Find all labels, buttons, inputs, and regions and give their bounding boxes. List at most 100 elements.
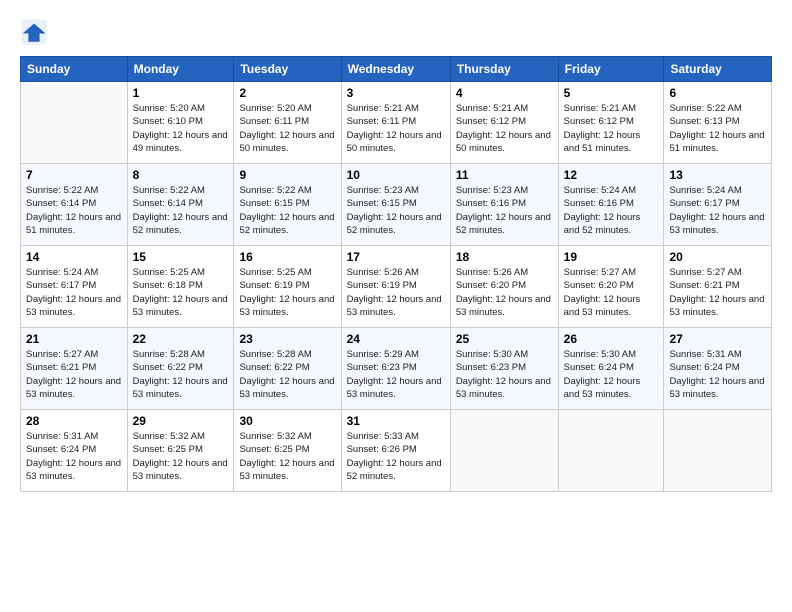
day-cell: 9 Sunrise: 5:22 AM Sunset: 6:15 PM Dayli… (234, 164, 341, 246)
day-number: 20 (669, 250, 766, 264)
day-cell: 13 Sunrise: 5:24 AM Sunset: 6:17 PM Dayl… (664, 164, 772, 246)
day-info: Sunrise: 5:32 AM Sunset: 6:25 PM Dayligh… (239, 430, 335, 483)
logo (20, 18, 52, 46)
day-cell: 20 Sunrise: 5:27 AM Sunset: 6:21 PM Dayl… (664, 246, 772, 328)
day-cell: 21 Sunrise: 5:27 AM Sunset: 6:21 PM Dayl… (21, 328, 128, 410)
day-cell: 29 Sunrise: 5:32 AM Sunset: 6:25 PM Dayl… (127, 410, 234, 492)
day-cell (450, 410, 558, 492)
day-number: 15 (133, 250, 229, 264)
day-number: 3 (347, 86, 445, 100)
day-info: Sunrise: 5:27 AM Sunset: 6:21 PM Dayligh… (669, 266, 766, 319)
day-cell: 6 Sunrise: 5:22 AM Sunset: 6:13 PM Dayli… (664, 82, 772, 164)
day-cell: 3 Sunrise: 5:21 AM Sunset: 6:11 PM Dayli… (341, 82, 450, 164)
day-info: Sunrise: 5:22 AM Sunset: 6:15 PM Dayligh… (239, 184, 335, 237)
day-cell: 11 Sunrise: 5:23 AM Sunset: 6:16 PM Dayl… (450, 164, 558, 246)
day-info: Sunrise: 5:20 AM Sunset: 6:10 PM Dayligh… (133, 102, 229, 155)
day-number: 6 (669, 86, 766, 100)
week-row-5: 28 Sunrise: 5:31 AM Sunset: 6:24 PM Dayl… (21, 410, 772, 492)
day-info: Sunrise: 5:22 AM Sunset: 6:13 PM Dayligh… (669, 102, 766, 155)
day-info: Sunrise: 5:25 AM Sunset: 6:19 PM Dayligh… (239, 266, 335, 319)
header-sunday: Sunday (21, 57, 128, 82)
day-info: Sunrise: 5:33 AM Sunset: 6:26 PM Dayligh… (347, 430, 445, 483)
day-number: 28 (26, 414, 122, 428)
week-row-4: 21 Sunrise: 5:27 AM Sunset: 6:21 PM Dayl… (21, 328, 772, 410)
day-number: 26 (564, 332, 659, 346)
week-row-2: 7 Sunrise: 5:22 AM Sunset: 6:14 PM Dayli… (21, 164, 772, 246)
day-info: Sunrise: 5:24 AM Sunset: 6:17 PM Dayligh… (669, 184, 766, 237)
day-info: Sunrise: 5:28 AM Sunset: 6:22 PM Dayligh… (239, 348, 335, 401)
day-info: Sunrise: 5:29 AM Sunset: 6:23 PM Dayligh… (347, 348, 445, 401)
header-friday: Friday (558, 57, 664, 82)
day-info: Sunrise: 5:20 AM Sunset: 6:11 PM Dayligh… (239, 102, 335, 155)
day-info: Sunrise: 5:31 AM Sunset: 6:24 PM Dayligh… (26, 430, 122, 483)
day-cell: 12 Sunrise: 5:24 AM Sunset: 6:16 PM Dayl… (558, 164, 664, 246)
day-info: Sunrise: 5:30 AM Sunset: 6:24 PM Dayligh… (564, 348, 659, 401)
logo-icon (20, 18, 48, 46)
day-number: 22 (133, 332, 229, 346)
day-number: 2 (239, 86, 335, 100)
day-cell (21, 82, 128, 164)
day-info: Sunrise: 5:25 AM Sunset: 6:18 PM Dayligh… (133, 266, 229, 319)
calendar-table: SundayMondayTuesdayWednesdayThursdayFrid… (20, 56, 772, 492)
day-cell: 22 Sunrise: 5:28 AM Sunset: 6:22 PM Dayl… (127, 328, 234, 410)
day-number: 25 (456, 332, 553, 346)
day-cell: 28 Sunrise: 5:31 AM Sunset: 6:24 PM Dayl… (21, 410, 128, 492)
day-number: 27 (669, 332, 766, 346)
day-info: Sunrise: 5:26 AM Sunset: 6:20 PM Dayligh… (456, 266, 553, 319)
day-cell (558, 410, 664, 492)
day-info: Sunrise: 5:24 AM Sunset: 6:17 PM Dayligh… (26, 266, 122, 319)
week-row-1: 1 Sunrise: 5:20 AM Sunset: 6:10 PM Dayli… (21, 82, 772, 164)
day-number: 29 (133, 414, 229, 428)
day-cell: 31 Sunrise: 5:33 AM Sunset: 6:26 PM Dayl… (341, 410, 450, 492)
day-number: 16 (239, 250, 335, 264)
day-info: Sunrise: 5:21 AM Sunset: 6:11 PM Dayligh… (347, 102, 445, 155)
day-info: Sunrise: 5:31 AM Sunset: 6:24 PM Dayligh… (669, 348, 766, 401)
day-cell: 14 Sunrise: 5:24 AM Sunset: 6:17 PM Dayl… (21, 246, 128, 328)
day-cell: 18 Sunrise: 5:26 AM Sunset: 6:20 PM Dayl… (450, 246, 558, 328)
day-info: Sunrise: 5:24 AM Sunset: 6:16 PM Dayligh… (564, 184, 659, 237)
day-number: 8 (133, 168, 229, 182)
day-number: 12 (564, 168, 659, 182)
day-cell: 26 Sunrise: 5:30 AM Sunset: 6:24 PM Dayl… (558, 328, 664, 410)
day-cell: 5 Sunrise: 5:21 AM Sunset: 6:12 PM Dayli… (558, 82, 664, 164)
day-cell (664, 410, 772, 492)
day-cell: 4 Sunrise: 5:21 AM Sunset: 6:12 PM Dayli… (450, 82, 558, 164)
day-info: Sunrise: 5:21 AM Sunset: 6:12 PM Dayligh… (564, 102, 659, 155)
day-cell: 25 Sunrise: 5:30 AM Sunset: 6:23 PM Dayl… (450, 328, 558, 410)
day-cell: 2 Sunrise: 5:20 AM Sunset: 6:11 PM Dayli… (234, 82, 341, 164)
day-cell: 15 Sunrise: 5:25 AM Sunset: 6:18 PM Dayl… (127, 246, 234, 328)
day-number: 11 (456, 168, 553, 182)
day-cell: 7 Sunrise: 5:22 AM Sunset: 6:14 PM Dayli… (21, 164, 128, 246)
day-cell: 1 Sunrise: 5:20 AM Sunset: 6:10 PM Dayli… (127, 82, 234, 164)
day-cell: 23 Sunrise: 5:28 AM Sunset: 6:22 PM Dayl… (234, 328, 341, 410)
header-monday: Monday (127, 57, 234, 82)
day-number: 14 (26, 250, 122, 264)
day-info: Sunrise: 5:28 AM Sunset: 6:22 PM Dayligh… (133, 348, 229, 401)
day-number: 4 (456, 86, 553, 100)
day-number: 21 (26, 332, 122, 346)
day-number: 23 (239, 332, 335, 346)
day-cell: 30 Sunrise: 5:32 AM Sunset: 6:25 PM Dayl… (234, 410, 341, 492)
header-saturday: Saturday (664, 57, 772, 82)
day-number: 18 (456, 250, 553, 264)
day-number: 1 (133, 86, 229, 100)
day-info: Sunrise: 5:23 AM Sunset: 6:15 PM Dayligh… (347, 184, 445, 237)
day-info: Sunrise: 5:30 AM Sunset: 6:23 PM Dayligh… (456, 348, 553, 401)
day-info: Sunrise: 5:21 AM Sunset: 6:12 PM Dayligh… (456, 102, 553, 155)
header-tuesday: Tuesday (234, 57, 341, 82)
day-cell: 24 Sunrise: 5:29 AM Sunset: 6:23 PM Dayl… (341, 328, 450, 410)
header-thursday: Thursday (450, 57, 558, 82)
day-info: Sunrise: 5:32 AM Sunset: 6:25 PM Dayligh… (133, 430, 229, 483)
week-row-3: 14 Sunrise: 5:24 AM Sunset: 6:17 PM Dayl… (21, 246, 772, 328)
day-info: Sunrise: 5:22 AM Sunset: 6:14 PM Dayligh… (26, 184, 122, 237)
day-number: 7 (26, 168, 122, 182)
day-cell: 8 Sunrise: 5:22 AM Sunset: 6:14 PM Dayli… (127, 164, 234, 246)
day-cell: 27 Sunrise: 5:31 AM Sunset: 6:24 PM Dayl… (664, 328, 772, 410)
day-cell: 16 Sunrise: 5:25 AM Sunset: 6:19 PM Dayl… (234, 246, 341, 328)
day-number: 17 (347, 250, 445, 264)
day-info: Sunrise: 5:23 AM Sunset: 6:16 PM Dayligh… (456, 184, 553, 237)
day-info: Sunrise: 5:22 AM Sunset: 6:14 PM Dayligh… (133, 184, 229, 237)
day-number: 9 (239, 168, 335, 182)
day-number: 19 (564, 250, 659, 264)
header (20, 18, 772, 46)
